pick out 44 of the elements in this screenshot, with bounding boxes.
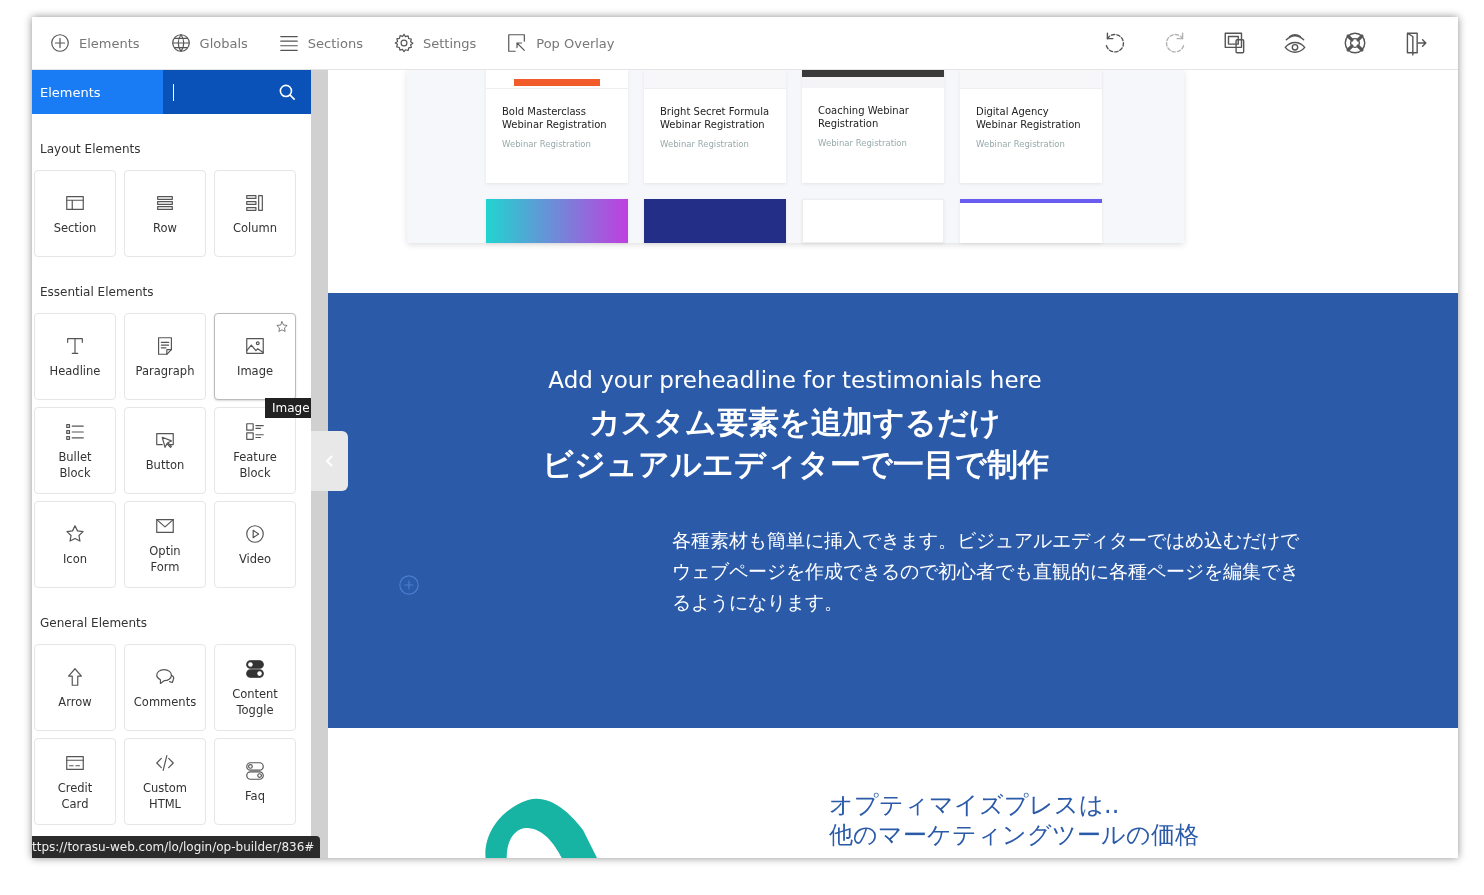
body-paragraph: 各種素材も簡単に挿入できます。ビジュアルエディターではめ込むだけでウェブページを作成できるので初心者でも直観的に各種ページを編集できるようになります。 [672,528,1300,615]
template-card[interactable]: Bright Secret Formula Webinar Registration Webinar Registration [644,70,786,183]
element-tile[interactable]: Headline [34,313,116,400]
element-tile[interactable]: Section [34,170,116,257]
element-tile[interactable]: Button [124,407,206,494]
element-tile[interactable]: Column [214,170,296,257]
elements-tab[interactable]: Elements [32,70,163,114]
element-tile[interactable]: Paragraph [124,313,206,400]
template-category: Webinar Registration [660,139,750,149]
template-card[interactable]: Bold Masterclass Webinar Registration Webinar Registration [486,70,628,183]
toolbar-button[interactable]: Elements [49,32,140,54]
tooltip: Image [265,398,311,418]
template-category: Webinar Registration [502,139,592,149]
element-tile[interactable]: Image [214,313,296,400]
group-heading: Layout Elements [40,142,142,156]
template-card[interactable]: Digital Agency Webinar Registration Webinar Registration [960,70,1102,183]
toolbar-button[interactable]: Settings [392,32,477,54]
element-tile[interactable]: Arrow [34,644,116,731]
pricing-headline: オプティマイズプレスは.. 他のマーケティングツールの価格 [829,790,1199,850]
template-card[interactable]: Coaching Webinar Registration Webinar Registration [802,70,944,183]
element-tile[interactable]: Comments [124,644,206,731]
status-url: ttps://torasu-web.com/lo/login/op-builder/836# [32,836,321,858]
element-tile[interactable]: Bullet Block [34,407,116,494]
toolbar-button[interactable]: Sections [277,32,363,54]
group-heading: Essential Elements [40,285,155,299]
template-title: Bold Masterclass Webinar Registration [502,105,608,131]
template-category: Webinar Registration [818,138,908,148]
element-tile[interactable]: Video [214,501,296,588]
element-tile[interactable]: Row [124,170,206,257]
element-tile[interactable]: Faq [214,738,296,825]
element-tile[interactable]: Custom HTML [124,738,206,825]
toolbar-button[interactable]: Pop Overlay [506,32,615,54]
template-title: Coaching Webinar Registration [818,104,910,130]
template-title: Bright Secret Formula Webinar Registration [660,105,770,131]
template-category: Webinar Registration [976,139,1066,149]
template-title: Digital Agency Webinar Registration [976,105,1082,131]
element-tile[interactable]: Icon [34,501,116,588]
element-tile[interactable]: Optin Form [124,501,206,588]
toolbar-button[interactable]: Globals [169,32,248,54]
element-tile[interactable]: Content Toggle [214,644,296,731]
element-tile[interactable]: Credit Card [34,738,116,825]
section-heading: カスタム要素を追加するだけ ビジュアルエディターで一目で制作 [540,403,1050,484]
group-heading: General Elements [40,616,149,630]
preheadline: Add your preheadline for testimonials here [547,367,1043,393]
